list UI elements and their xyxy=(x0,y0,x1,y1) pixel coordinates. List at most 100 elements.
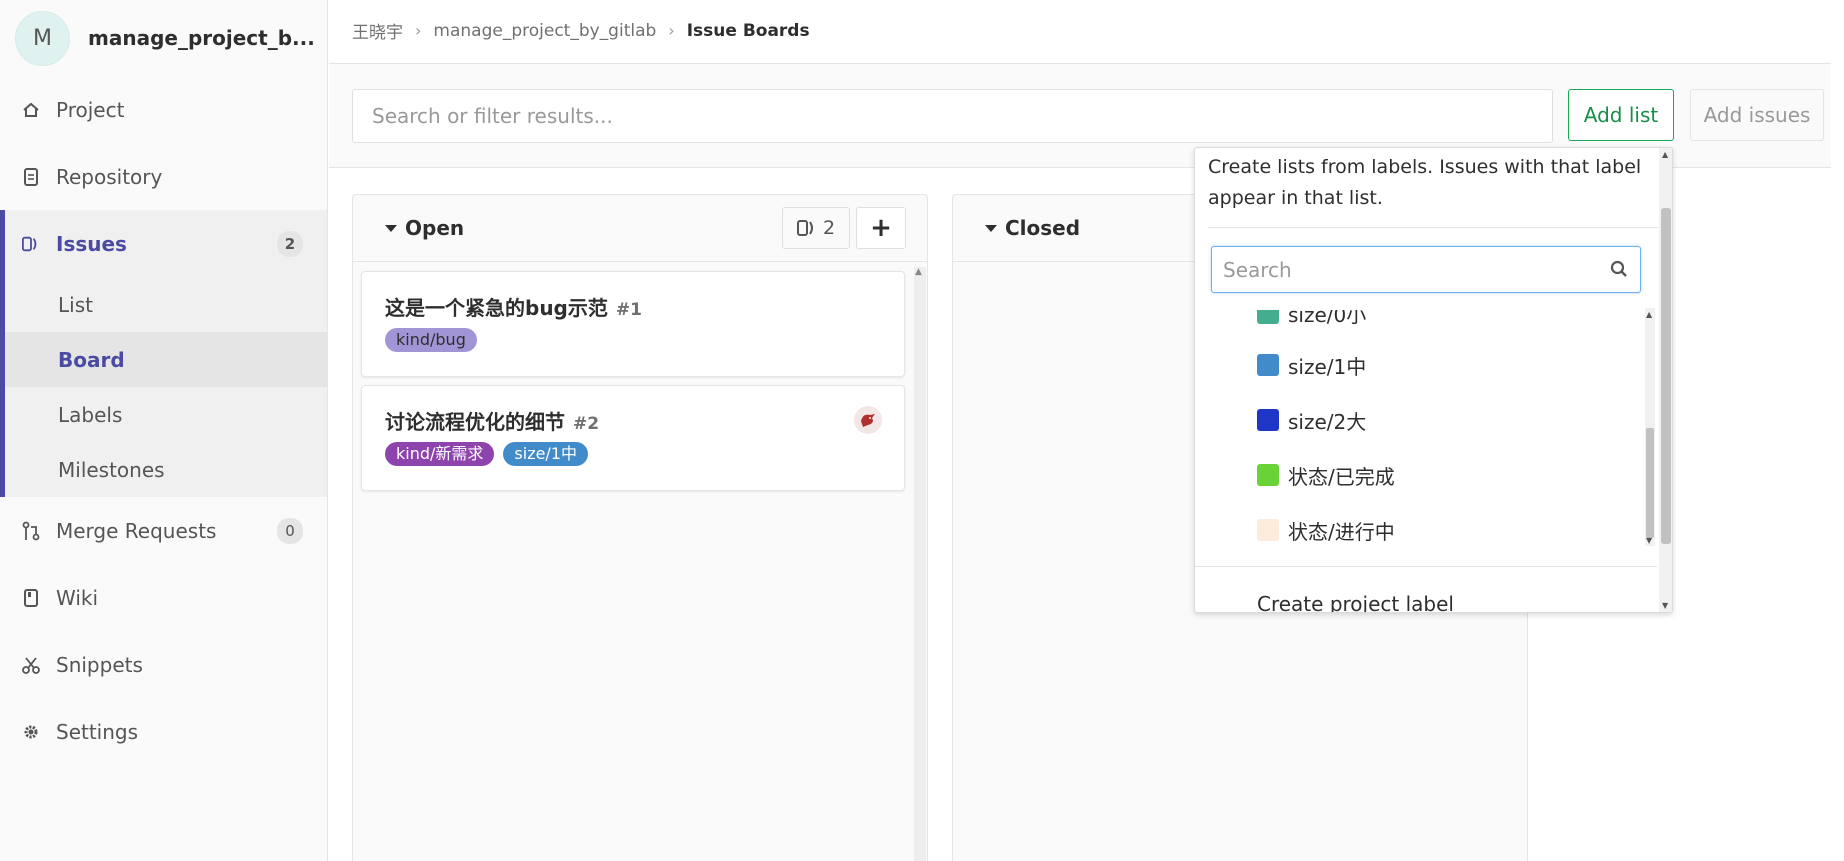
issue-number: #2 xyxy=(573,414,600,434)
board-list-open: Open 2 + ▲ 这是一个紧急的bug示范 #1 kind/bug 讨论流程优… xyxy=(352,194,928,861)
issue-count-value: 2 xyxy=(822,217,836,239)
label-search-placeholder: Search xyxy=(1223,257,1292,282)
label-list-scroll-thumb[interactable] xyxy=(1646,428,1654,538)
label-option-text: size/0小 xyxy=(1288,310,1367,327)
sidebar-item-snippets[interactable]: Snippets xyxy=(0,631,327,698)
scroll-down-arrow-icon[interactable]: ▼ xyxy=(1646,536,1652,545)
scroll-down-arrow-icon[interactable]: ▼ xyxy=(1662,601,1668,610)
issues-count-badge: 2 xyxy=(277,230,303,257)
divider xyxy=(1208,227,1658,228)
chevron-right-icon: › xyxy=(415,21,422,40)
sidebar-subitem-milestones[interactable]: Milestones xyxy=(5,442,327,497)
list-title[interactable]: Closed xyxy=(985,216,1080,240)
label-color-swatch xyxy=(1257,409,1279,431)
sidebar-item-wiki[interactable]: Wiki xyxy=(0,564,327,631)
label-option-text: size/1中 xyxy=(1288,354,1367,379)
label-color-swatch xyxy=(1257,464,1279,486)
label-option-text: 状态/进行中 xyxy=(1288,519,1395,544)
scroll-up-arrow-icon[interactable]: ▲ xyxy=(1662,150,1668,159)
sidebar-item-label: Project xyxy=(56,97,125,122)
merge-requests-count-badge: 0 xyxy=(277,517,303,544)
sidebar-item-merge-requests[interactable]: Merge Requests 0 xyxy=(0,497,327,564)
filter-search-input[interactable]: Search or filter results... xyxy=(352,89,1553,143)
label-option[interactable]: size/2大 xyxy=(1257,400,1366,440)
book-icon xyxy=(22,588,40,607)
scroll-up-arrow-icon[interactable]: ▲ xyxy=(1646,310,1652,319)
sidebar-subitem-board[interactable]: Board xyxy=(5,332,327,387)
project-name[interactable]: manage_project_b... xyxy=(88,26,315,50)
sidebar-item-label: Merge Requests xyxy=(56,518,217,543)
list-title-text: Closed xyxy=(1005,216,1081,240)
label-option[interactable]: 状态/进行中 xyxy=(1257,510,1395,550)
issue-count: 2 xyxy=(782,207,850,249)
new-issue-button[interactable]: + xyxy=(856,207,906,249)
label-list: size/0小 size/1中 size/2大 状态/已完成 状态/进行中 xyxy=(1195,310,1657,550)
issue-labels: kind/bug xyxy=(385,328,477,352)
label-badge[interactable]: kind/bug xyxy=(385,328,477,352)
issue-title[interactable]: 这是一个紧急的bug示范 #1 xyxy=(385,292,642,321)
breadcrumb-user[interactable]: 王晓宇 xyxy=(352,18,403,43)
issue-number: #1 xyxy=(615,300,642,320)
sidebar-subitem-labels[interactable]: Labels xyxy=(5,387,327,442)
divider xyxy=(1195,566,1657,567)
label-option[interactable]: size/1中 xyxy=(1257,345,1366,385)
label-option-text: 状态/已完成 xyxy=(1288,464,1395,489)
list-header[interactable]: Open 2 + xyxy=(353,195,927,262)
scroll-up-arrow-icon[interactable]: ▲ xyxy=(915,267,922,277)
sidebar-item-settings[interactable]: Settings xyxy=(0,698,327,765)
issues-icon xyxy=(22,235,40,253)
sidebar: M manage_project_b... Project Repository… xyxy=(0,0,328,861)
issues-group: Issues 2 List Board Labels Milestones xyxy=(0,210,327,497)
list-title[interactable]: Open xyxy=(385,216,464,240)
label-color-swatch xyxy=(1257,519,1279,541)
search-icon xyxy=(1610,260,1627,277)
sidebar-item-label: Repository xyxy=(56,164,163,189)
sidebar-item-label: Wiki xyxy=(56,585,99,610)
add-list-dropdown: Create lists from labels. Issues with th… xyxy=(1194,147,1673,613)
sidebar-item-project[interactable]: Project xyxy=(0,76,327,143)
home-icon xyxy=(22,101,40,119)
issue-card[interactable]: 讨论流程优化的细节 #2 kind/新需求 size/1中 xyxy=(361,385,905,491)
label-option[interactable]: size/0小 xyxy=(1257,310,1366,333)
assignee-avatar-icon xyxy=(861,414,875,427)
create-project-label-link[interactable]: Create project label xyxy=(1257,592,1454,612)
scissors-icon xyxy=(22,656,40,674)
label-badge[interactable]: size/1中 xyxy=(503,442,589,466)
label-search-input[interactable]: Search xyxy=(1211,246,1641,293)
caret-down-icon xyxy=(985,224,997,232)
label-color-swatch xyxy=(1257,354,1279,376)
caret-down-icon xyxy=(385,224,397,232)
sidebar-item-label: Snippets xyxy=(56,652,143,677)
label-option[interactable]: 状态/已完成 xyxy=(1257,455,1395,495)
issue-title-text: 这是一个紧急的bug示范 xyxy=(385,296,608,320)
merge-request-icon xyxy=(22,521,40,540)
project-avatar: M xyxy=(15,10,70,66)
sidebar-item-label: Issues xyxy=(56,231,127,256)
label-option-text: size/2大 xyxy=(1288,409,1367,434)
label-color-swatch xyxy=(1257,310,1279,324)
label-badge[interactable]: kind/新需求 xyxy=(385,442,495,466)
gear-icon xyxy=(22,723,40,741)
add-list-button[interactable]: Add list xyxy=(1568,89,1674,141)
list-scrollbar[interactable] xyxy=(914,267,926,861)
issue-title-text: 讨论流程优化的细节 xyxy=(385,410,565,434)
issue-card[interactable]: 这是一个紧急的bug示范 #1 kind/bug xyxy=(361,271,905,377)
issue-labels: kind/新需求 size/1中 xyxy=(385,442,589,466)
add-issues-button[interactable]: Add issues xyxy=(1690,89,1824,141)
dropdown-description: Create lists from labels. Issues with th… xyxy=(1208,156,1642,209)
sidebar-item-issues[interactable]: Issues 2 xyxy=(5,210,327,277)
list-title-text: Open xyxy=(405,216,465,240)
doc-icon xyxy=(22,167,40,186)
project-header[interactable]: M manage_project_b... xyxy=(0,0,327,76)
breadcrumb: 王晓宇 › manage_project_by_gitlab › Issue B… xyxy=(352,18,810,44)
sidebar-item-label: Settings xyxy=(56,719,139,744)
issues-icon xyxy=(796,220,813,236)
dropdown-scroll-thumb[interactable] xyxy=(1661,208,1671,544)
chevron-right-icon: › xyxy=(668,21,675,40)
issue-title[interactable]: 讨论流程优化的细节 #2 xyxy=(385,406,599,435)
breadcrumb-project[interactable]: manage_project_by_gitlab xyxy=(433,21,656,41)
sidebar-item-repository[interactable]: Repository xyxy=(0,143,327,210)
assignee-avatar[interactable] xyxy=(854,406,882,434)
breadcrumb-current[interactable]: Issue Boards xyxy=(687,21,810,41)
sidebar-subitem-list[interactable]: List xyxy=(5,277,327,332)
